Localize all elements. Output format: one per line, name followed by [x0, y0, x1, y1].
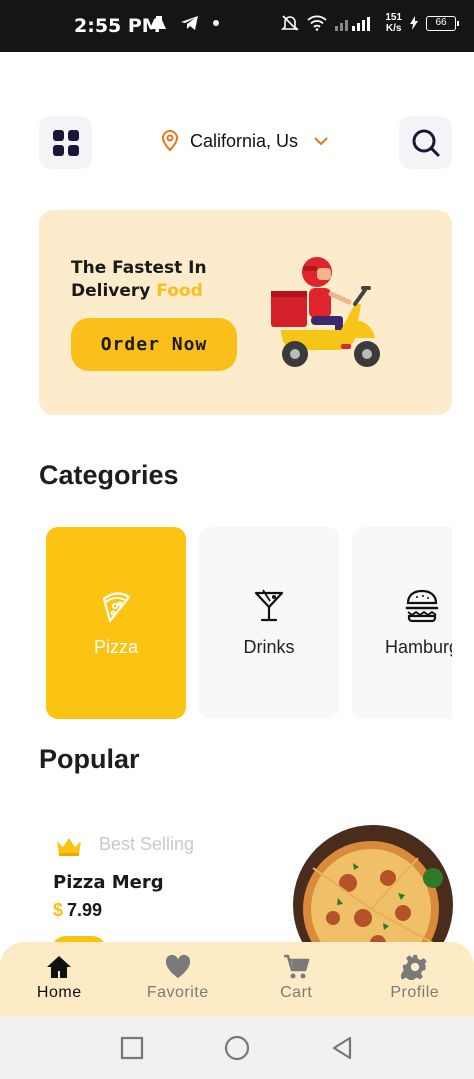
nav-profile[interactable]: Profile: [356, 942, 474, 1017]
system-navigation-bar: [0, 1017, 474, 1079]
category-pizza[interactable]: Pizza: [46, 527, 186, 719]
telegram-icon: [181, 16, 198, 30]
nav-label: Favorite: [146, 984, 209, 1001]
banner-title-line1: The Fastest In: [71, 258, 207, 278]
banner-title-line2: Delivery Food: [71, 280, 207, 303]
net-speed-unit: K/s: [385, 23, 402, 34]
nav-cart[interactable]: Cart: [237, 942, 356, 1017]
nav-home[interactable]: Home: [0, 942, 119, 1017]
net-speed-value: 151: [385, 12, 402, 23]
banner-title: The Fastest In Delivery Food: [71, 257, 207, 303]
signal-icon: [335, 17, 371, 31]
battery-indicator: 66: [426, 15, 459, 31]
nav-label: Profile: [390, 984, 440, 1001]
grid-icon: [52, 129, 79, 156]
chevron-down-icon: [314, 137, 328, 146]
order-now-button[interactable]: Order Now: [71, 318, 237, 371]
best-selling-badge: Best Selling: [99, 834, 195, 854]
recents-button-icon[interactable]: [120, 1036, 144, 1060]
cocktail-icon: [254, 589, 284, 621]
nav-label: Home: [36, 984, 82, 1001]
promo-banner: The Fastest In Delivery Food Order Now: [39, 210, 452, 415]
charging-icon: [410, 16, 418, 30]
dot-icon: [213, 20, 219, 26]
crown-icon: [57, 838, 81, 856]
popular-title: Popular: [39, 744, 140, 774]
status-left-icons: [150, 14, 220, 32]
burger-icon: [405, 589, 439, 622]
category-label: Drinks: [243, 636, 295, 657]
status-time: 2:55 PM: [74, 15, 161, 37]
pizza-icon: [102, 591, 131, 622]
nav-favorite[interactable]: Favorite: [119, 942, 238, 1017]
menu-button[interactable]: [39, 116, 92, 169]
home-icon: [47, 956, 72, 978]
flask-icon: [152, 16, 166, 29]
cart-icon: [284, 954, 310, 979]
heart-icon: [165, 954, 190, 978]
delivery-scooter-illustration: [271, 257, 380, 367]
banner-title-highlight: Food: [156, 281, 203, 301]
categories-title: Categories: [39, 460, 179, 490]
categories-list: Pizza Drinks Hamburg: [46, 527, 452, 719]
status-right: 151 K/s 66: [281, 12, 459, 34]
banner-title-line2-text: Delivery: [71, 281, 157, 301]
gear-icon: [400, 954, 427, 980]
search-icon: [412, 129, 439, 156]
bottom-navigation: Home Favorite Cart Profile: [0, 942, 474, 1017]
category-drinks[interactable]: Drinks: [199, 527, 339, 719]
item-price: $7.99: [53, 900, 102, 921]
wifi-icon: [307, 15, 327, 31]
location-text: California, Us: [190, 130, 299, 151]
currency-symbol: $: [53, 900, 64, 920]
location-selector[interactable]: California, Us: [160, 130, 330, 152]
category-label: Pizza: [93, 636, 138, 657]
status-bar: 2:55 PM 151 K/s 66: [0, 0, 474, 52]
price-value: 7.99: [67, 900, 103, 920]
pizza-image: [293, 825, 453, 953]
search-button[interactable]: [399, 116, 452, 169]
category-label: Hamburg: [384, 636, 452, 657]
mute-bell-icon: [281, 15, 300, 31]
home-button-icon[interactable]: [224, 1035, 250, 1061]
category-hamburger[interactable]: Hamburg: [352, 527, 452, 719]
nav-label: Cart: [280, 984, 313, 1001]
location-pin-icon: [161, 130, 179, 152]
item-name: Pizza Merg: [53, 872, 164, 893]
back-button-icon[interactable]: [330, 1036, 354, 1060]
net-speed: 151 K/s: [385, 12, 402, 34]
